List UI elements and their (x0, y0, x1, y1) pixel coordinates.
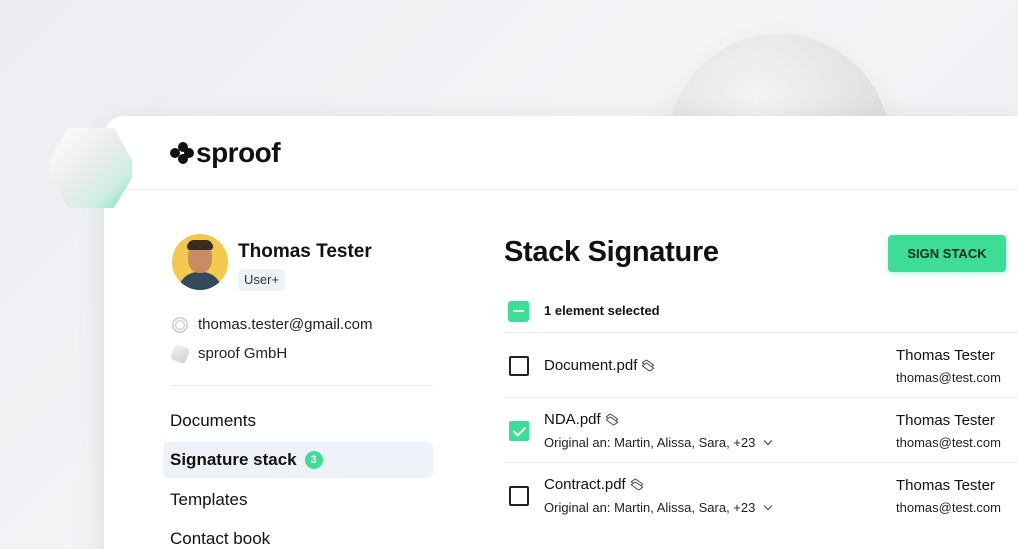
sidebar-item-label: Templates (170, 490, 248, 509)
recipients-text: Original an: Martin, Alissa, Sara, +23 (544, 435, 756, 450)
recipients-dropdown[interactable]: Original an: Martin, Alissa, Sara, +23 (544, 435, 773, 450)
row-checkbox[interactable] (509, 486, 529, 506)
recipients-dropdown[interactable]: Original an: Martin, Alissa, Sara, +23 (544, 500, 773, 515)
user-email: thomas.tester@gmail.com (198, 316, 373, 333)
owner-email: thomas@test.com (896, 370, 1001, 385)
row-checkbox-checked[interactable] (509, 421, 529, 441)
email-icon (172, 316, 188, 333)
stack-icon (641, 358, 656, 372)
owner-name: Thomas Tester (896, 477, 995, 494)
selection-count-text: 1 element selected (544, 303, 660, 318)
sidebar-item-label: Contact book (170, 529, 271, 548)
document-row[interactable]: NDA.pdf Original an: Martin, Alissa, Sar… (504, 397, 1018, 462)
user-company: sproof GmbH (198, 345, 288, 362)
document-name: Contract.pdf (544, 476, 644, 493)
app-window: sproof Thomas Tester User+ thomas.tester… (104, 116, 1018, 549)
user-name: Thomas Tester (238, 241, 372, 262)
chevron-down-icon (764, 501, 773, 511)
sidebar-item-label: Signature stack (170, 450, 297, 469)
document-row[interactable]: Document.pdf Thomas Tester thomas@test.c… (504, 332, 1018, 397)
logo-text: sproof (196, 137, 281, 168)
document-name: Document.pdf (544, 357, 656, 374)
select-all-checkbox[interactable] (508, 301, 529, 322)
owner-email: thomas@test.com (896, 435, 1001, 450)
sproof-logo[interactable]: sproof (170, 137, 281, 168)
stack-icon (630, 477, 644, 491)
sidebar-item-documents[interactable]: Documents (163, 403, 433, 439)
document-row[interactable]: Contract.pdf Original an: Martin, Alissa… (504, 462, 1018, 527)
sidebar-item-contact-book[interactable]: Contact book (163, 521, 433, 549)
document-name: NDA.pdf (544, 411, 619, 428)
document-name-text: Document.pdf (544, 357, 638, 374)
owner-name: Thomas Tester (896, 412, 995, 429)
sign-stack-button[interactable]: SIGN STACK (888, 235, 1006, 272)
company-row: sproof GmbH (169, 343, 288, 364)
sidebar-item-signature-stack[interactable]: Signature stack 3 (163, 442, 433, 478)
count-badge: 3 (304, 451, 323, 469)
sidebar-divider (170, 385, 433, 386)
document-name-text: Contract.pdf (544, 476, 626, 493)
owner-email: thomas@test.com (896, 500, 1001, 515)
row-checkbox[interactable] (509, 356, 529, 376)
role-badge: User+ (238, 269, 286, 291)
owner-name: Thomas Tester (896, 347, 995, 364)
recipients-text: Original an: Martin, Alissa, Sara, +23 (544, 500, 756, 515)
app-header: sproof (104, 116, 1018, 190)
sproof-logo-icon (170, 141, 194, 165)
decorative-cube (50, 128, 132, 208)
document-name-text: NDA.pdf (544, 411, 601, 428)
sidebar-item-templates[interactable]: Templates (163, 482, 433, 518)
sidebar-item-label: Documents (170, 411, 256, 430)
email-row: thomas.tester@gmail.com (172, 316, 372, 333)
page-title: Stack Signature (504, 236, 719, 268)
chevron-down-icon (764, 436, 773, 446)
stack-icon (605, 412, 619, 426)
company-icon (169, 343, 191, 364)
avatar[interactable] (172, 234, 228, 290)
